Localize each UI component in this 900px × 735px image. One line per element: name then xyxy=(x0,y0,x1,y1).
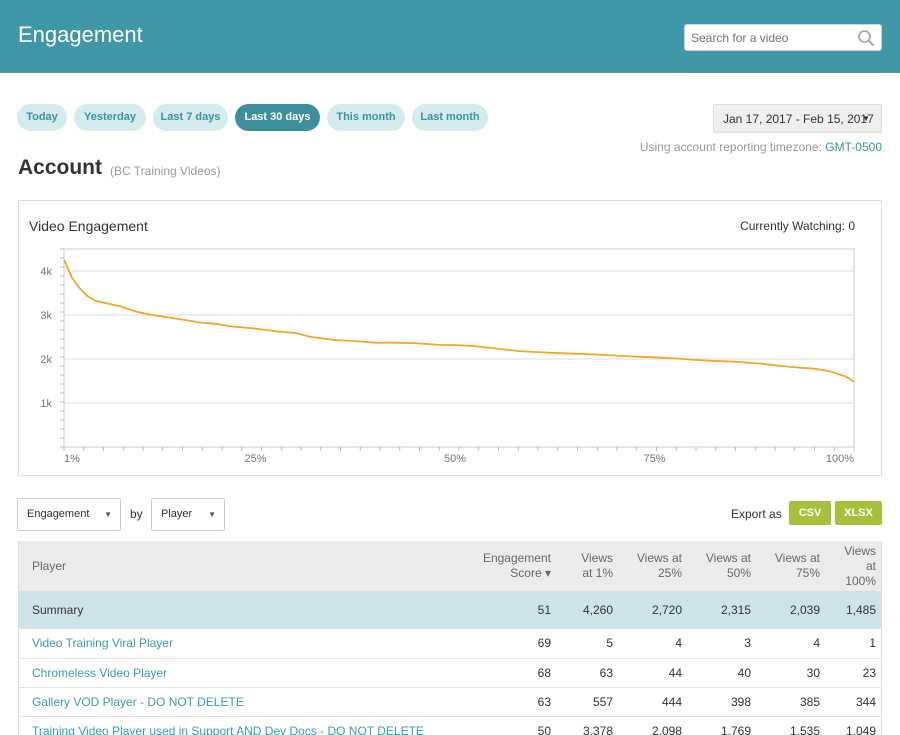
views-25: 2,098 xyxy=(651,723,682,735)
top-bar: Engagement xyxy=(0,0,900,73)
engagement-chart-panel: Video Engagement Currently Watching: 0 4… xyxy=(18,200,882,476)
y-tick-label: 4k xyxy=(40,266,52,278)
account-subtitle: (BC Training Videos) xyxy=(110,164,221,178)
views-75: 4 xyxy=(813,636,820,651)
header-views-50[interactable]: Views at 50% xyxy=(689,541,758,591)
header-views-1[interactable]: Views at 1% xyxy=(558,541,620,591)
table-row: Training Video Player used in Support AN… xyxy=(19,716,881,735)
engagement-score: 68 xyxy=(537,665,551,680)
views-50: 398 xyxy=(730,694,751,709)
views-25: 444 xyxy=(661,694,682,709)
engagement-score: 50 xyxy=(537,723,551,735)
metric-select-value: Engagement xyxy=(27,508,90,520)
caret-down-icon: ▼ xyxy=(104,510,112,519)
header-engagement-score[interactable]: Engagement Score ▾ xyxy=(449,541,558,591)
filter-this-month[interactable]: This month xyxy=(327,104,405,131)
player-link[interactable]: Video Training Viral Player xyxy=(19,629,449,658)
summary-views-75: 2,039 xyxy=(789,603,820,617)
summary-score: 51 xyxy=(537,603,551,617)
player-table: Player Engagement Score ▾ Views at 1% View… xyxy=(18,541,882,735)
filter-last-30-days[interactable]: Last 30 days xyxy=(235,104,320,131)
views-100: 23 xyxy=(862,665,876,680)
views-25: 44 xyxy=(668,665,682,680)
by-label: by xyxy=(130,507,143,521)
summary-views-100: 1,485 xyxy=(845,603,876,617)
engagement-score: 63 xyxy=(537,694,551,709)
export-label: Export as xyxy=(731,507,782,521)
filter-last-month[interactable]: Last month xyxy=(412,104,488,131)
date-range-label: Jan 17, 2017 - Feb 15, 2017 xyxy=(723,112,874,126)
summary-views-25: 2,720 xyxy=(651,603,682,617)
header-views-75[interactable]: Views at 75% xyxy=(758,541,827,591)
page-title: Engagement xyxy=(18,22,143,47)
export-xlsx-button[interactable]: XLSX xyxy=(835,501,882,525)
header-views-25[interactable]: Views at 25% xyxy=(620,541,689,591)
search-icon[interactable] xyxy=(857,29,875,47)
x-tick-label: 25% xyxy=(244,453,266,465)
player-link[interactable]: Chromeless Video Player xyxy=(19,658,449,687)
timezone-prefix: Using account reporting timezone: xyxy=(639,140,822,154)
y-tick-label: 3k xyxy=(40,310,52,322)
dimension-select[interactable]: Player ▼ xyxy=(151,498,225,531)
header-player[interactable]: Player xyxy=(19,541,449,591)
plot-frame xyxy=(63,248,855,448)
y-tick-label: 1k xyxy=(40,398,52,410)
table-row: Video Training Viral Player 69 5 4 3 4 1 xyxy=(19,629,881,658)
views-1: 557 xyxy=(592,694,613,709)
views-1: 5 xyxy=(606,636,613,651)
player-link[interactable]: Gallery VOD Player - DO NOT DELETE xyxy=(19,687,449,716)
table-row: Chromeless Video Player 68 63 44 40 30 2… xyxy=(19,658,881,687)
account-heading: Account xyxy=(18,156,102,179)
views-1: 63 xyxy=(599,665,613,680)
summary-views-1: 4,260 xyxy=(582,603,613,617)
table-header-row: Player Engagement Score ▾ Views at 1% View… xyxy=(19,541,881,591)
views-75: 385 xyxy=(799,694,820,709)
filter-today[interactable]: Today xyxy=(17,104,67,131)
views-100: 1 xyxy=(869,636,876,651)
search-input[interactable] xyxy=(685,25,855,50)
views-75: 30 xyxy=(806,665,820,680)
caret-down-icon: ▼ xyxy=(208,510,216,519)
export-csv-button[interactable]: CSV xyxy=(789,501,831,525)
search-box[interactable] xyxy=(684,24,882,51)
x-tick-label: 100% xyxy=(826,453,854,465)
engagement-score: 69 xyxy=(537,636,551,651)
engagement-series-line xyxy=(63,259,855,383)
views-100: 1,049 xyxy=(845,723,876,735)
views-1: 3,378 xyxy=(582,723,613,735)
timezone-note: Using account reporting timezone: GMT-05… xyxy=(640,140,882,154)
engagement-chart: 4k 3k 2k 1k 1% 25% 50% 75% 100% xyxy=(40,248,855,465)
x-tick-label: 1% xyxy=(64,453,80,465)
date-range-picker[interactable]: Jan 17, 2017 - Feb 15, 2017 ▼ xyxy=(713,104,882,133)
header-views-100[interactable]: Views at 100% xyxy=(827,541,881,591)
views-50: 3 xyxy=(744,636,751,651)
views-25: 4 xyxy=(675,636,682,651)
views-50: 40 xyxy=(737,665,751,680)
summary-label: Summary xyxy=(32,603,84,617)
views-75: 1,535 xyxy=(789,723,820,735)
x-tick-label: 75% xyxy=(643,453,665,465)
timezone-link[interactable]: GMT-0500 xyxy=(825,140,882,154)
caret-down-icon: ▼ xyxy=(862,114,870,123)
metric-select[interactable]: Engagement ▼ xyxy=(17,498,121,531)
table-row: Gallery VOD Player - DO NOT DELETE 63 55… xyxy=(19,687,881,716)
summary-views-50: 2,315 xyxy=(720,603,751,617)
filter-last-7-days[interactable]: Last 7 days xyxy=(153,104,228,131)
dimension-select-value: Player xyxy=(161,508,193,520)
x-tick-label: 50% xyxy=(444,453,466,465)
views-100: 344 xyxy=(855,694,876,709)
y-tick-label: 2k xyxy=(40,354,52,366)
player-link[interactable]: Training Video Player used in Support AN… xyxy=(19,716,449,735)
filter-yesterday[interactable]: Yesterday xyxy=(74,104,146,131)
summary-row: Summary 51 4,260 2,720 2,315 2,039 1,485 xyxy=(19,591,881,629)
views-50: 1,769 xyxy=(720,723,751,735)
